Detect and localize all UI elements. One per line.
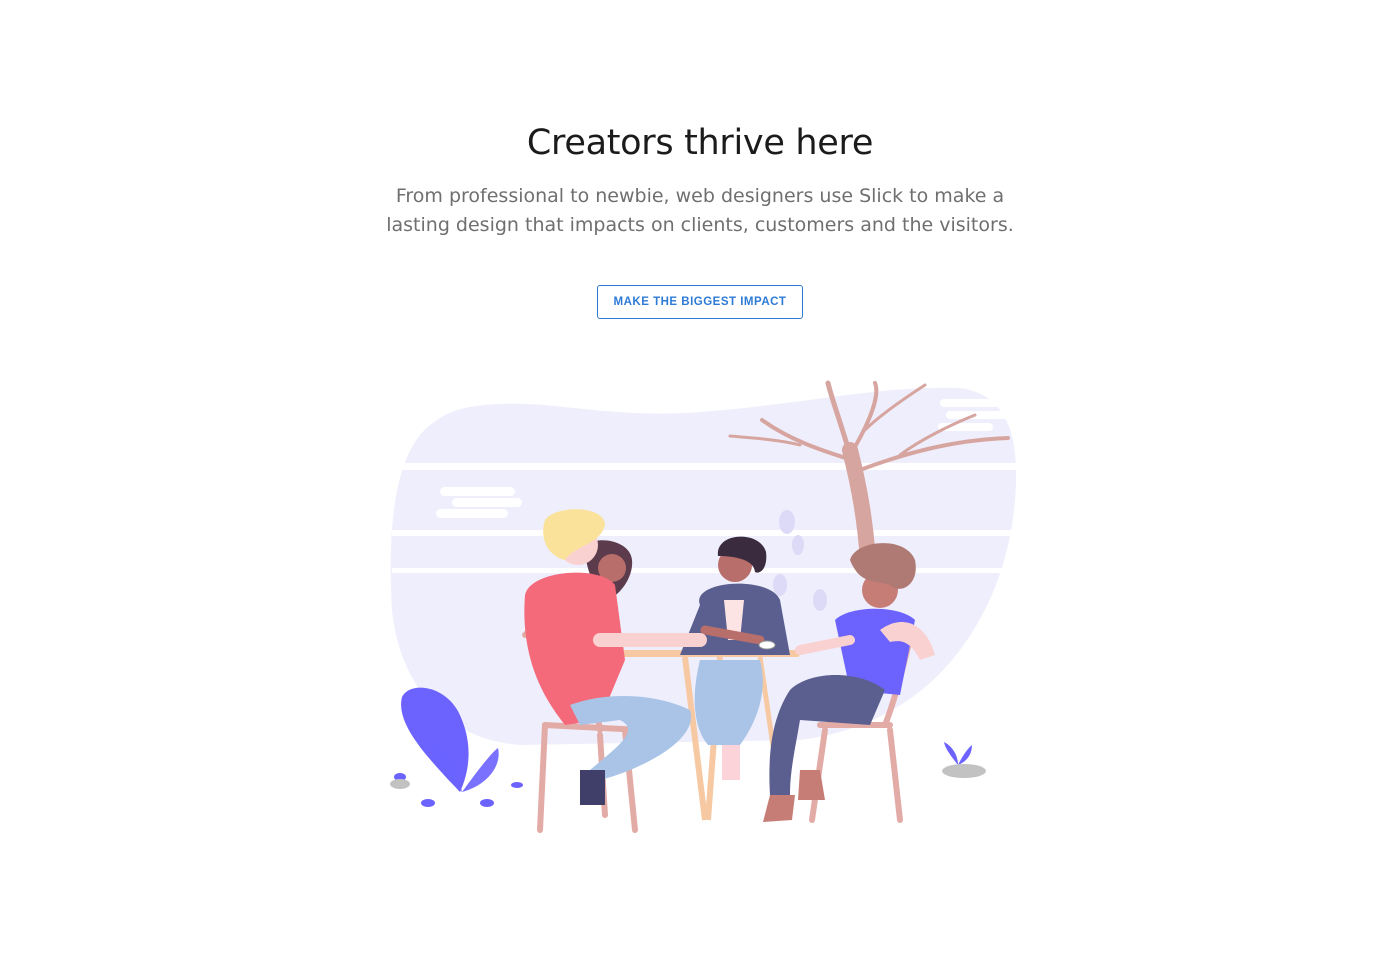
hero-subtitle: From professional to newbie, web designe…: [380, 182, 1020, 240]
rock-left: [390, 779, 410, 789]
page-title: Creators thrive here: [526, 123, 874, 163]
plant-right: [944, 742, 972, 765]
people-meeting-illustration: [390, 380, 1017, 833]
hero-subtitle-line-2: lasting design that impacts on clients, …: [386, 214, 1014, 236]
hero-subtitle-line-1: From professional to newbie, web designe…: [395, 185, 1005, 207]
make-impact-button[interactable]: MAKE THE BIGGEST IMPACT: [597, 285, 803, 319]
rock-right: [942, 764, 986, 778]
